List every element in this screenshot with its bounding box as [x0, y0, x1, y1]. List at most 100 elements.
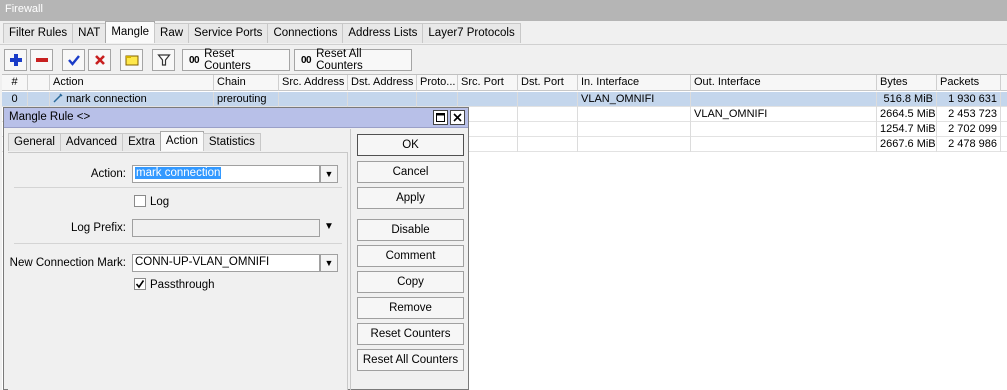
log-prefix-dropdown-icon[interactable]: ▼	[324, 221, 334, 232]
col-header-action[interactable]: Action	[50, 75, 214, 91]
new-connection-mark-input[interactable]: CONN-UP-VLAN_OMNIFI	[132, 254, 320, 272]
log-checkbox-label: Log	[150, 196, 170, 208]
col-header-out-interface[interactable]: Out. Interface	[691, 75, 877, 91]
reset-all-counters-button[interactable]: Reset All Counters	[357, 349, 464, 371]
action-label: Action:	[90, 168, 126, 180]
tab-mangle[interactable]: Mangle	[105, 21, 156, 43]
toolbar: 00 Reset Counters 00 Reset All Counters	[0, 44, 1007, 73]
cell-bytes: 2667.6 MiB	[877, 137, 937, 152]
disable-button[interactable]	[88, 49, 111, 71]
apply-button[interactable]: Apply	[357, 187, 464, 209]
new-connection-mark-label: New Connection Mark:	[9, 257, 126, 269]
tab-connections[interactable]: Connections	[267, 23, 344, 43]
remove-button[interactable]: Remove	[357, 297, 464, 319]
mangle-rule-dialog: Mangle Rule <> General Advanced Extra Ac…	[3, 107, 469, 390]
dialog-tab-statistics[interactable]: Statistics	[202, 133, 261, 151]
action-select[interactable]: mark connection	[132, 165, 320, 183]
action-panel: Action: mark connection ▼ Log Log Prefix…	[8, 152, 348, 390]
cell-chain: prerouting	[214, 92, 279, 107]
mark-icon	[53, 93, 63, 103]
filter-icon	[156, 54, 171, 66]
close-button[interactable]	[450, 110, 465, 125]
cell-dst-port	[518, 122, 578, 137]
reset-all-counters-button[interactable]: 00 Reset All Counters	[294, 48, 412, 72]
cell-num: 0	[2, 92, 28, 107]
tab-address-lists[interactable]: Address Lists	[342, 23, 424, 43]
disable-icon	[94, 55, 105, 65]
cell-action: mark connection	[50, 92, 214, 107]
dialog-tab-general[interactable]: General	[8, 133, 61, 151]
cell-in-interface: VLAN_OMNIFI	[578, 92, 691, 107]
close-icon	[453, 113, 462, 122]
dialog-button-column: OK Cancel Apply Disable Comment Copy Rem…	[350, 129, 469, 390]
dialog-title: Mangle Rule <>	[9, 111, 91, 123]
cell-dst-port	[518, 137, 578, 152]
filter-button[interactable]	[152, 49, 175, 71]
dialog-titlebar[interactable]: Mangle Rule <>	[4, 108, 468, 128]
tab-raw[interactable]: Raw	[154, 23, 190, 43]
maximize-button[interactable]	[433, 110, 448, 125]
disable-button[interactable]: Disable	[357, 219, 464, 241]
enable-icon	[67, 55, 80, 66]
main-tabs: Filter Rules NAT Mangle Raw Service Port…	[3, 21, 521, 44]
ok-button[interactable]: OK	[357, 134, 464, 156]
col-header-chain[interactable]: Chain	[214, 75, 279, 91]
col-header-flags[interactable]	[28, 75, 50, 91]
cell-bytes: 516.8 MiB	[877, 92, 937, 107]
action-dropdown-button[interactable]: ▼	[320, 165, 338, 183]
col-header-dst-port[interactable]: Dst. Port	[518, 75, 578, 91]
cell-out-interface	[691, 122, 877, 137]
tab-service-ports[interactable]: Service Ports	[188, 23, 269, 43]
comment-button[interactable]: Comment	[357, 245, 464, 267]
divider	[14, 187, 342, 188]
tab-filter-rules[interactable]: Filter Rules	[3, 23, 74, 43]
col-header-dst-address[interactable]: Dst. Address	[348, 75, 417, 91]
passthrough-checkbox-label: Passthrough	[150, 279, 215, 291]
cell-dst-port	[518, 107, 578, 122]
cancel-button[interactable]: Cancel	[357, 161, 464, 183]
reset-counters-button[interactable]: Reset Counters	[357, 323, 464, 345]
counter-icon: 00	[189, 54, 200, 66]
cell-dst-address	[348, 92, 417, 107]
col-header-src-address[interactable]: Src. Address	[279, 75, 348, 91]
remove-icon	[35, 58, 48, 62]
log-prefix-input[interactable]	[132, 219, 320, 237]
dialog-tab-action[interactable]: Action	[159, 131, 204, 151]
log-prefix-label: Log Prefix:	[71, 222, 126, 234]
passthrough-checkbox[interactable]	[134, 278, 146, 290]
tab-nat[interactable]: NAT	[72, 23, 107, 43]
copy-button[interactable]: Copy	[357, 271, 464, 293]
col-header-src-port[interactable]: Src. Port	[458, 75, 518, 91]
col-header-protocol[interactable]: Proto...	[417, 75, 458, 91]
reset-all-counters-label: Reset All Counters	[316, 48, 363, 72]
comment-button[interactable]	[120, 49, 143, 71]
divider	[14, 243, 342, 244]
remove-button[interactable]	[30, 49, 53, 71]
dialog-tabs: General Advanced Extra Action Statistics	[8, 131, 261, 151]
action-select-value: mark connection	[135, 167, 222, 179]
cell-bytes: 1254.7 MiB	[877, 122, 937, 137]
col-header-bytes[interactable]: Bytes	[877, 75, 937, 91]
col-header-num[interactable]: #	[2, 75, 28, 91]
log-checkbox[interactable]	[134, 195, 146, 207]
cell-src-port	[458, 92, 518, 107]
reset-counters-button[interactable]: 00 Reset Counters	[182, 48, 290, 72]
cell-packets: 2 453 723	[937, 107, 1001, 122]
col-header-in-interface[interactable]: In. Interface	[578, 75, 691, 91]
new-connection-mark-dropdown-button[interactable]: ▼	[320, 254, 338, 272]
tab-layer7-protocols[interactable]: Layer7 Protocols	[422, 23, 521, 43]
cell-bytes: 2664.5 MiB	[877, 107, 937, 122]
dropdown-arrow-icon: ▼	[324, 169, 334, 179]
counter-icon: 00	[301, 54, 312, 66]
table-row[interactable]: 0 mark connection prerouting VLAN_OMNIFI…	[2, 92, 1007, 107]
col-header-packets[interactable]: Packets	[937, 75, 1001, 91]
dialog-tab-advanced[interactable]: Advanced	[59, 133, 124, 151]
cell-out-interface: VLAN_OMNIFI	[691, 107, 877, 122]
enable-button[interactable]	[62, 49, 85, 71]
add-icon	[9, 54, 22, 66]
comment-icon	[125, 55, 138, 66]
cell-in-interface	[578, 107, 691, 122]
cell-in-interface	[578, 137, 691, 152]
dialog-tab-extra[interactable]: Extra	[122, 133, 161, 151]
add-button[interactable]	[4, 49, 27, 71]
